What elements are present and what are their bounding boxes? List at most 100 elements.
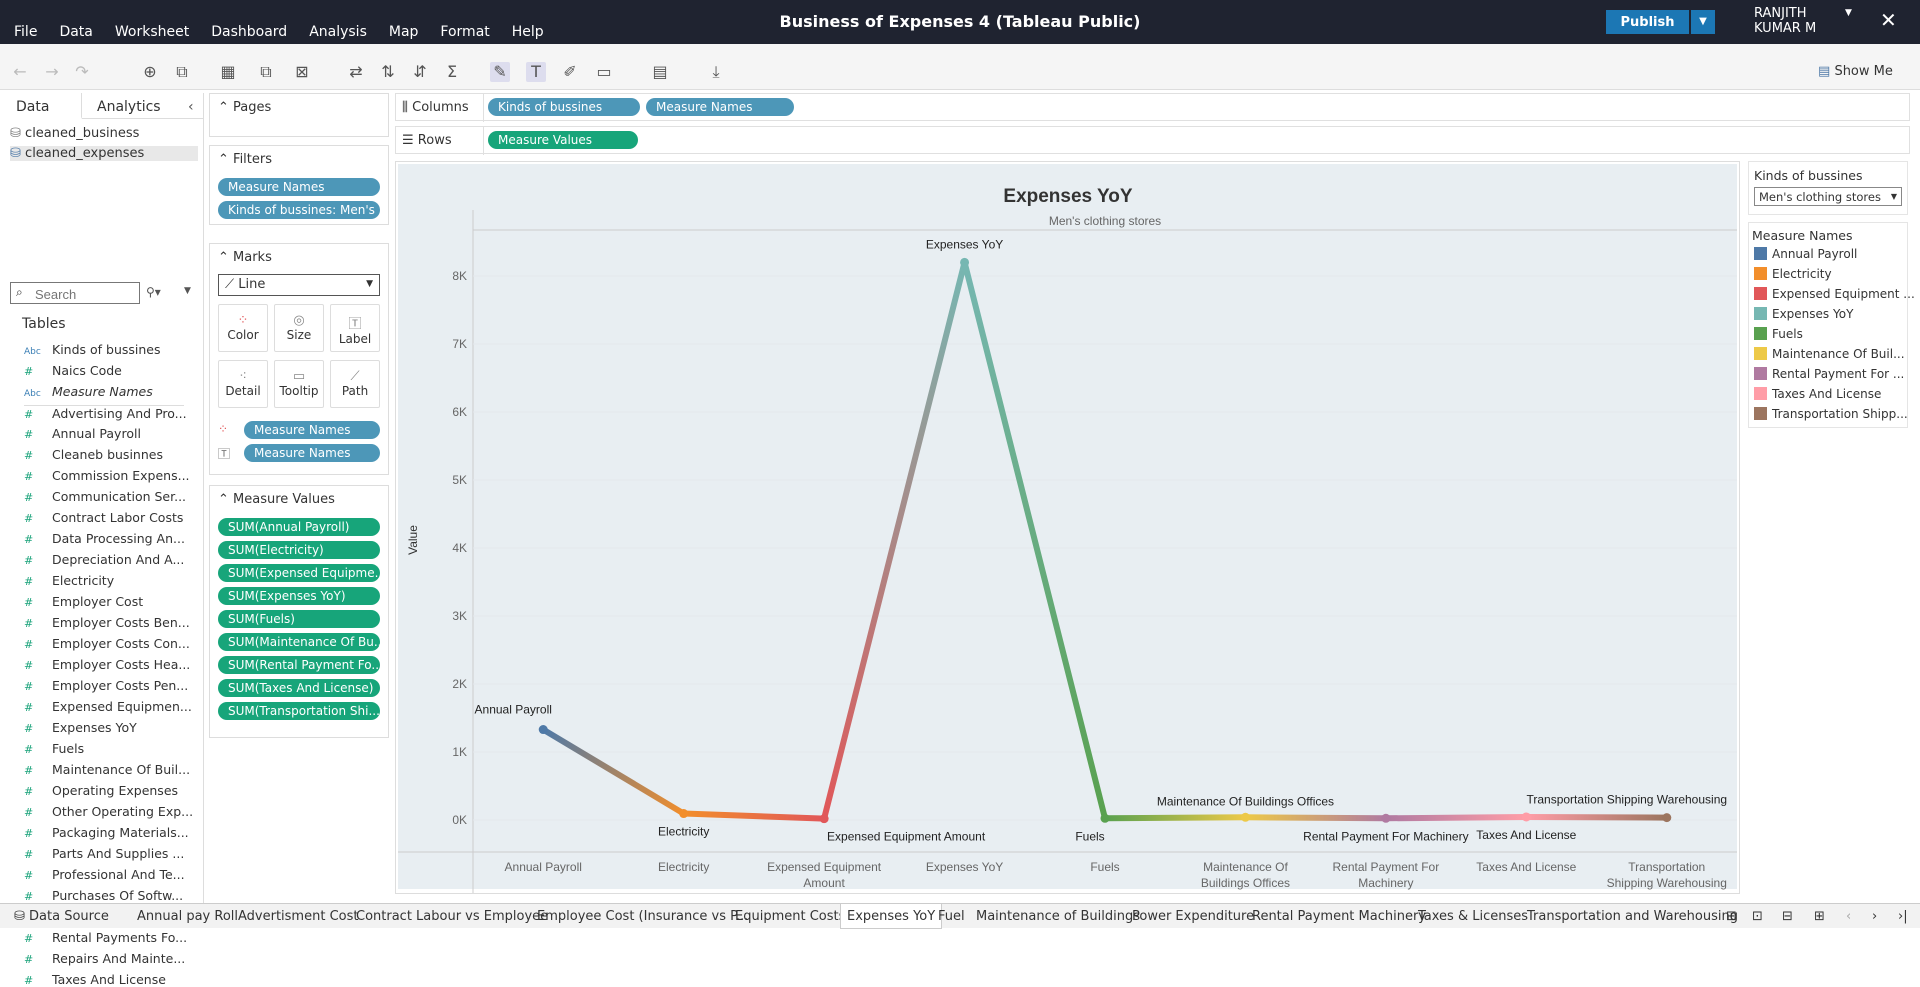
field-item[interactable]: # Electricity (24, 573, 114, 588)
pause-updates-icon[interactable]: ⧉ (172, 62, 192, 82)
measure-value-pill[interactable]: SUM(Expensed Equipme... (218, 564, 380, 582)
sheet-tab[interactable]: Rental Payment Machinery (1252, 909, 1426, 924)
field-item[interactable]: # Operating Expenses (24, 783, 178, 798)
detail-button[interactable]: ⁖ Detail (218, 360, 268, 408)
legend-item[interactable]: Rental Payment For ... (1754, 367, 1904, 381)
new-story-icon[interactable]: ⊟ (1782, 909, 1793, 924)
legend-item[interactable]: Maintenance Of Buil... (1754, 347, 1905, 361)
path-button[interactable]: ⟋ Path (330, 360, 380, 408)
show-me-button[interactable]: ▤ Show Me (1818, 64, 1893, 79)
measure-value-pill[interactable]: SUM(Rental Payment Fo... (218, 656, 380, 674)
new-dashboard-icon[interactable]: ⊡ (1752, 909, 1763, 924)
clear-sheet-icon[interactable]: ⊠ (292, 62, 312, 82)
data-point[interactable] (538, 725, 548, 735)
field-item[interactable]: # Employer Costs Ben... (24, 615, 190, 630)
measure-value-pill[interactable]: SUM(Taxes And License) (218, 679, 380, 697)
tab-analytics[interactable]: Analytics (97, 99, 161, 115)
duplicate-sheet-icon[interactable]: ⧉ (256, 62, 276, 82)
measure-value-pill[interactable]: SUM(Electricity) (218, 541, 380, 559)
legend-item[interactable]: Fuels (1754, 327, 1803, 341)
measure-value-pill[interactable]: SUM(Annual Payroll) (218, 518, 380, 536)
filter-dropdown[interactable]: Men's clothing stores ▼ (1754, 187, 1902, 206)
field-item[interactable]: # Professional And Te... (24, 867, 185, 882)
filter-pill[interactable]: Measure Names (218, 178, 380, 196)
sheet-tab[interactable]: Taxes & Licenses (1418, 909, 1528, 924)
format-workbook-icon[interactable]: ✐ (560, 62, 580, 82)
data-point[interactable] (1240, 812, 1250, 822)
new-worksheet-icon[interactable]: ⊞ (1726, 909, 1737, 924)
swap-icon[interactable]: ⇄ (346, 62, 366, 82)
sheet-tab[interactable]: Maintenance of Buildings (976, 909, 1140, 924)
sheet-tab[interactable]: Fuel (938, 909, 965, 924)
rows-pill[interactable]: Measure Values (488, 131, 638, 149)
tooltip-button[interactable]: ▭ Tooltip (274, 360, 324, 408)
field-item[interactable]: # Data Processing An... (24, 531, 185, 546)
measure-value-pill[interactable]: SUM(Fuels) (218, 610, 380, 628)
data-point[interactable] (819, 814, 829, 824)
fields-menu-icon[interactable]: ▼ (184, 286, 191, 296)
field-item[interactable]: # Cleaneb businnes (24, 447, 163, 462)
field-item[interactable]: # Employer Costs Hea... (24, 657, 190, 672)
measure-value-pill[interactable]: SUM(Transportation Shi... (218, 702, 380, 720)
scroll-next-icon[interactable]: › (1872, 909, 1877, 924)
sheet-tab[interactable]: Equipment Costs (735, 909, 845, 924)
field-item[interactable]: # Packaging Materials... (24, 825, 189, 840)
field-item[interactable]: # Purchases Of Softw... (24, 888, 183, 903)
publish-dropdown-icon[interactable]: ▼ (1691, 10, 1715, 34)
data-point[interactable] (1100, 813, 1110, 823)
data-point[interactable] (679, 809, 689, 819)
data-point[interactable] (1662, 813, 1672, 823)
field-item[interactable]: # Maintenance Of Buil... (24, 762, 190, 777)
totals-icon[interactable]: Σ (442, 62, 462, 82)
sheet-tab[interactable]: Contract Labour vs Employee (356, 909, 548, 924)
field-item[interactable]: # Communication Ser... (24, 489, 186, 504)
field-item[interactable]: # Fuels (24, 741, 84, 756)
field-item[interactable]: # Expenses YoY (24, 720, 137, 735)
field-item[interactable]: Abc Kinds of bussines (24, 342, 161, 357)
columns-pill[interactable]: Measure Names (646, 98, 794, 116)
sheet-tab[interactable]: Power Expenditure (1132, 909, 1254, 924)
user-name[interactable]: RANJITH KUMAR M (1754, 6, 1816, 36)
legend-item[interactable]: Taxes And License (1754, 387, 1881, 401)
new-datasource-icon[interactable]: ⊕ (140, 62, 160, 82)
field-item[interactable]: # Depreciation And A... (24, 552, 184, 567)
new-sheet-icon[interactable]: ▦ (218, 62, 238, 82)
field-item[interactable]: # Employer Costs Pen... (24, 678, 188, 693)
fit-icon[interactable]: ▭ (594, 62, 614, 82)
sheet-tab[interactable]: Annual pay Roll (137, 909, 238, 924)
field-item[interactable]: # Contract Labor Costs (24, 510, 183, 525)
sort-asc-icon[interactable]: ⇅ (378, 62, 398, 82)
legend-item[interactable]: Expensed Equipment ... (1754, 287, 1915, 301)
tab-data[interactable]: Data (16, 99, 49, 115)
field-item[interactable]: # Annual Payroll (24, 426, 141, 441)
label-button[interactable]: 🅃 Label (330, 304, 380, 352)
legend-item[interactable]: Annual Payroll (1754, 247, 1857, 261)
field-item[interactable]: # Naics Code (24, 363, 122, 378)
data-point[interactable] (1521, 812, 1531, 822)
field-item[interactable]: # Employer Costs Con... (24, 636, 190, 651)
close-icon[interactable]: ✕ (1880, 8, 1897, 32)
mark-type-select[interactable]: ⟋ Line ▼ (218, 274, 380, 296)
field-item[interactable]: # Employer Cost (24, 594, 143, 609)
field-item[interactable]: # Taxes And License (24, 972, 166, 987)
data-source-tab[interactable]: ⛁ Data Source (14, 909, 109, 924)
publish-button[interactable]: Publish (1606, 10, 1689, 34)
field-item[interactable]: # Expensed Equipmen... (24, 699, 192, 714)
field-item[interactable]: Abc Measure Names (24, 384, 153, 399)
field-item[interactable]: # Advertising And Pro... (24, 405, 187, 421)
replay-icon[interactable]: ↷ (72, 62, 92, 82)
field-item[interactable]: # Repairs And Mainte... (24, 951, 185, 966)
measure-value-pill[interactable]: SUM(Maintenance Of Bu... (218, 633, 380, 651)
user-menu-chevron-icon[interactable]: ▼ (1845, 8, 1852, 18)
measure-value-pill[interactable]: SUM(Expenses YoY) (218, 587, 380, 605)
columns-pill[interactable]: Kinds of bussines (488, 98, 640, 116)
size-button[interactable]: ◎ Size (274, 304, 324, 352)
presentation-icon[interactable]: ▤ (650, 62, 670, 82)
new-sheet-menu-icon[interactable]: ⊞ (1814, 909, 1825, 924)
marks-color-pill[interactable]: Measure Names (244, 421, 380, 439)
filter-pill[interactable]: Kinds of bussines: Men's ... (218, 201, 380, 219)
collapse-pane-icon[interactable]: ‹ (188, 99, 194, 115)
download-icon[interactable]: ⤓ (706, 62, 726, 82)
data-point[interactable] (1381, 813, 1391, 823)
search-input[interactable] (10, 282, 140, 304)
